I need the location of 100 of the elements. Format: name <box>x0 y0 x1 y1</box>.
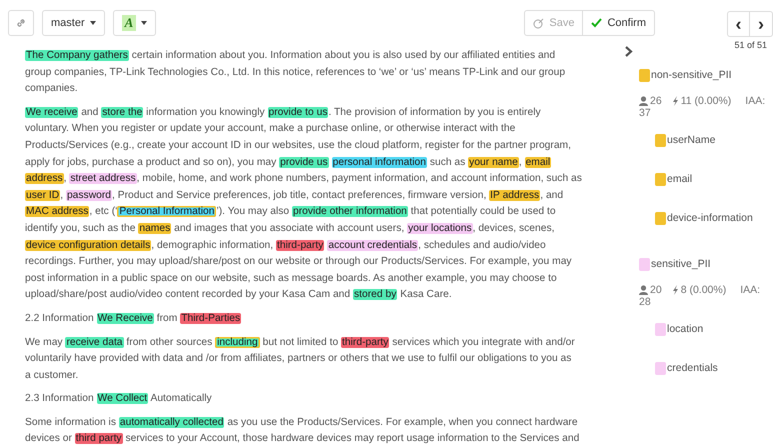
body-text: and <box>80 106 100 118</box>
body-text: upload/share/post audio/video content recorded by your Kasa Cam and <box>25 289 352 300</box>
highlighted-phrase[interactable]: third-party <box>276 240 324 251</box>
label-name[interactable]: credentials <box>667 362 718 374</box>
highlighted-phrase[interactable]: password <box>66 190 112 201</box>
highlighted-phrase[interactable]: user ID <box>25 190 60 201</box>
body-text: , schedules and audio/video <box>418 240 546 251</box>
body-text: that potentially could be used to <box>410 206 556 218</box>
body-text: from <box>156 312 178 324</box>
body-text: companies. <box>25 83 78 94</box>
chevron-icon[interactable] <box>625 46 633 57</box>
body-text: , Product and Service preferences, job title, contact preferences, firmware version, <box>112 190 488 201</box>
body-text: , <box>60 190 64 201</box>
highlighted-phrase[interactable]: names <box>138 222 172 234</box>
body-text: services which you integrate with and/or <box>391 336 575 348</box>
annotator-count: 20 <box>650 284 662 296</box>
caret-icon <box>90 21 96 25</box>
body-text: , demographic information, <box>151 240 274 251</box>
user-icon <box>639 285 648 295</box>
highlighted-phrase[interactable]: Personal Information <box>117 206 216 218</box>
body-text: a customer. <box>25 370 78 381</box>
highlighted-phrase[interactable]: your locations <box>407 222 473 234</box>
body-text: 2.2 Information <box>25 312 95 324</box>
highlighted-phrase[interactable]: email <box>524 156 552 168</box>
highlighted-phrase[interactable]: stored by <box>353 289 398 300</box>
label-name[interactable]: location <box>667 323 704 335</box>
body-text: ’). You may also <box>216 206 290 218</box>
body-text: , etc (‘ <box>89 206 118 218</box>
label-name[interactable]: device-information <box>667 212 753 224</box>
bolt-icon <box>672 285 679 295</box>
body-text: from other sources <box>125 336 214 348</box>
label-name[interactable]: email <box>667 173 692 185</box>
highlighted-phrase[interactable]: provide other information <box>292 206 408 218</box>
highlighted-phrase[interactable]: MAC address <box>25 206 90 218</box>
annotation-count: 11 (0.00%) <box>680 95 732 107</box>
format-dropdown[interactable]: A <box>112 10 156 36</box>
body-text: We may <box>25 336 64 348</box>
iaa-label: IAA: <box>745 95 766 107</box>
highlighted-phrase[interactable]: We Collect <box>96 393 148 404</box>
body-text: Some information is <box>25 416 117 428</box>
annotation-count: 8 (0.00%) <box>680 284 726 296</box>
check-icon <box>591 18 602 28</box>
highlighted-phrase[interactable]: third-party <box>341 336 390 348</box>
body-text: voluntarily have provided with data and /or from affiliates, partners or others that we use to fulfil our obligations to you as <box>25 353 572 364</box>
highlighted-phrase[interactable]: Third-Parties <box>180 312 242 324</box>
label-name[interactable]: userName <box>667 134 716 146</box>
highlighted-phrase[interactable]: provide us <box>279 156 329 168</box>
highlighted-phrase[interactable]: account credentials <box>327 240 418 251</box>
highlighted-phrase[interactable]: provide to us <box>268 106 328 118</box>
label-name[interactable]: non-sensitive_PII <box>651 69 732 81</box>
previous-button[interactable]: ‹ <box>727 11 750 37</box>
highlighted-phrase[interactable]: The Company gathers <box>25 50 129 61</box>
body-text: but not limited to <box>262 336 340 348</box>
iaa-label: IAA: <box>740 284 760 296</box>
body-text: identify you, such as the <box>25 222 136 234</box>
body-text: Kasa Care. <box>399 289 452 300</box>
iaa-value: 37 <box>639 107 651 119</box>
branch-dropdown[interactable]: master <box>42 10 105 36</box>
confirm-button[interactable]: Confirm <box>583 10 655 36</box>
body-text: Automatically <box>149 393 212 404</box>
user-icon <box>639 96 648 106</box>
highlighted-phrase[interactable]: We receive <box>25 106 78 118</box>
highlighted-phrase[interactable]: automatically collected <box>118 416 224 428</box>
body-text: . The provision of information by you is entirely <box>328 106 541 118</box>
body-text: apply for jobs, purchase a product and so on), you may <box>25 156 278 168</box>
highlighted-phrase[interactable]: personal information <box>332 156 427 168</box>
bolt-icon <box>672 96 679 106</box>
format-letter: A <box>122 15 136 31</box>
body-text: as you use the Products/Services. For example, when you connect hardware <box>226 416 578 428</box>
next-button[interactable]: › <box>750 11 773 37</box>
body-text: , <box>518 156 523 168</box>
annotator-count: 26 <box>650 95 662 107</box>
body-text: certain information about you. Information about you is also used by our affiliated entities and <box>130 50 556 61</box>
body-text: voluntary. When you register or update your account, make a purchase online, or otherwise interact with the <box>25 123 516 134</box>
body-text: post information in a public space on our website, such as message boards. As another example, you may choose to <box>25 272 557 284</box>
highlighted-phrase[interactable]: including <box>215 336 260 348</box>
highlighted-phrase[interactable]: store the <box>101 106 144 118</box>
highlighted-phrase[interactable]: IP address <box>489 190 540 201</box>
body-text: , devices, scenes, <box>472 222 554 234</box>
link-button[interactable] <box>8 10 34 36</box>
label-name[interactable]: sensitive_PII <box>651 258 711 270</box>
highlighted-phrase[interactable]: street address <box>69 173 137 184</box>
highlighted-phrase[interactable]: device configuration details <box>25 240 152 251</box>
highlighted-phrase[interactable]: your name <box>468 156 519 168</box>
body-text: group companies, TP-Link Technologies Co., Ltd. In this notice, references to ‘we’ or ‘us’ means TP-Link and our group <box>25 66 566 78</box>
highlighted-phrase[interactable]: receive data <box>65 336 124 348</box>
body-text: , and <box>540 190 564 201</box>
highlighted-phrase[interactable]: address <box>25 173 64 184</box>
body-text: such as <box>428 156 466 168</box>
highlighted-phrase[interactable]: third party <box>74 433 123 444</box>
body-text: Products/Services (e.g., create your account ID in our websites, use the cloud platform, register for the partner program, <box>25 140 571 151</box>
body-text: , mobile, home, and work phone numbers, payment information, and account information, such as <box>136 173 582 184</box>
iaa-value: 28 <box>639 296 651 308</box>
highlighted-phrase[interactable]: We Receive <box>96 312 154 324</box>
caret-icon <box>141 21 148 25</box>
body-text: and images that you associate with account users, <box>173 222 406 234</box>
body-text: , <box>64 173 68 184</box>
body-text: information you knowingly <box>145 106 266 118</box>
body-text: recordings. Further, you may upload/share/post on our website or through our Products/Services. For example, you may <box>25 256 572 268</box>
link-icon <box>15 17 27 29</box>
